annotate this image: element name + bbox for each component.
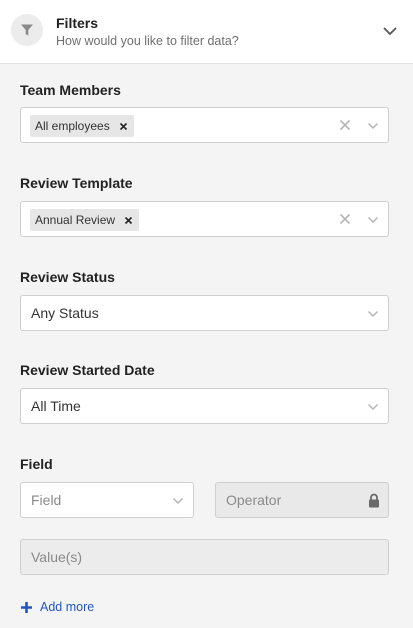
- add-more-button[interactable]: Add more: [20, 598, 94, 616]
- header-subtitle: How would you like to filter data?: [56, 34, 239, 48]
- chevron-down-icon[interactable]: [367, 402, 379, 412]
- review-started-date-value: All Time: [31, 398, 81, 414]
- team-members-select[interactable]: All employees: [20, 107, 389, 143]
- lock-icon: [369, 493, 379, 508]
- review-started-date-select[interactable]: All Time: [20, 388, 389, 424]
- filter-icon-badge: [11, 14, 43, 46]
- operator-select: Operator: [215, 482, 389, 518]
- plus-icon: [21, 601, 32, 613]
- review-template-chip: Annual Review: [30, 209, 140, 231]
- team-members-label: Team Members: [20, 82, 121, 98]
- review-template-label: Review Template: [20, 175, 133, 191]
- team-members-chip: All employees: [30, 115, 134, 137]
- chip-remove-icon[interactable]: [124, 216, 133, 225]
- review-template-select[interactable]: Annual Review: [20, 201, 389, 237]
- review-started-date-label: Review Started Date: [20, 362, 155, 378]
- values-placeholder: Value(s): [31, 549, 83, 565]
- add-more-label: Add more: [40, 600, 95, 614]
- chevron-down-icon[interactable]: [172, 496, 184, 506]
- review-status-select[interactable]: Any Status: [20, 295, 389, 331]
- header-title: Filters: [56, 15, 99, 31]
- filters-header[interactable]: Filters How would you like to filter dat…: [0, 0, 413, 64]
- chevron-down-icon[interactable]: [367, 309, 379, 319]
- filter-icon: [21, 24, 33, 36]
- operator-placeholder: Operator: [226, 492, 282, 508]
- values-input[interactable]: Value(s): [20, 539, 389, 575]
- chip-label: All employees: [35, 119, 110, 133]
- chevron-down-icon[interactable]: [381, 22, 399, 40]
- chevron-down-icon[interactable]: [367, 215, 379, 225]
- clear-icon[interactable]: [339, 119, 351, 131]
- review-status-value: Any Status: [31, 305, 99, 321]
- field-select[interactable]: Field: [20, 482, 194, 518]
- review-status-label: Review Status: [20, 269, 115, 285]
- chevron-down-icon[interactable]: [367, 121, 379, 131]
- chip-label: Annual Review: [35, 213, 116, 227]
- clear-icon[interactable]: [339, 213, 351, 225]
- field-label: Field: [20, 456, 53, 472]
- chip-remove-icon[interactable]: [119, 122, 128, 131]
- field-placeholder: Field: [31, 492, 62, 508]
